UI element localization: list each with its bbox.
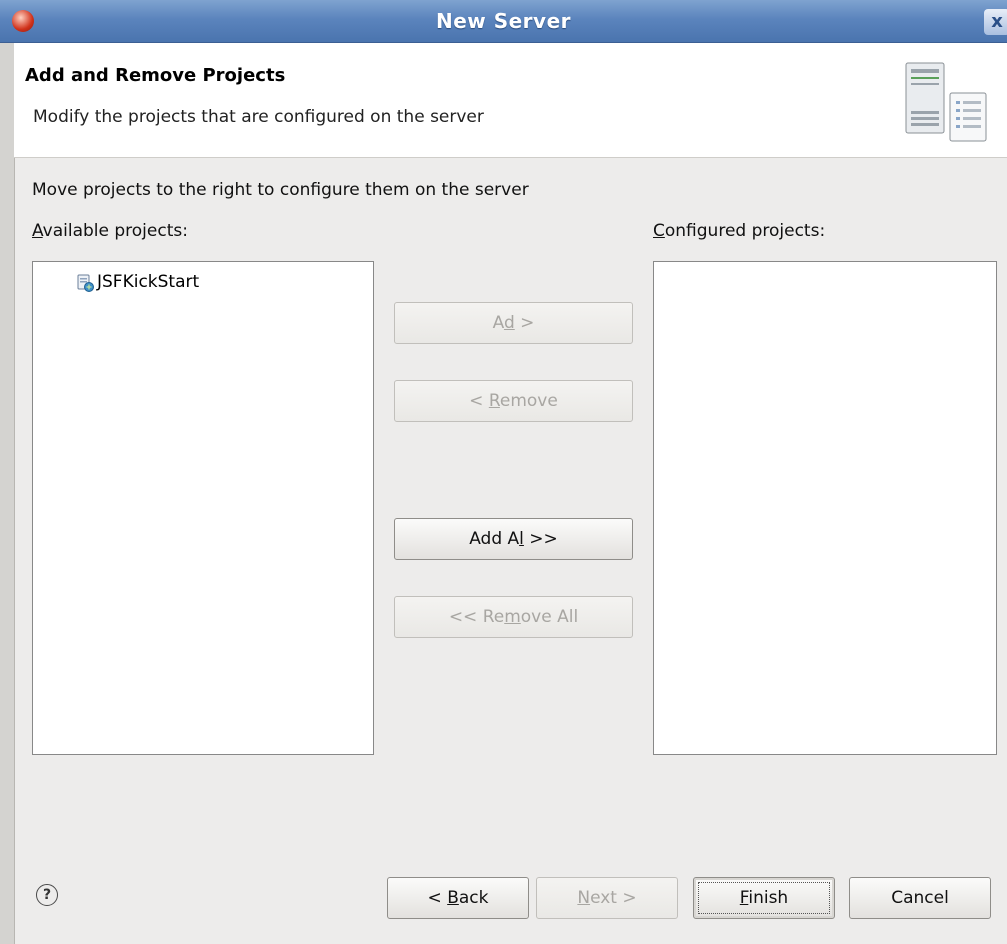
add-label-post: > xyxy=(514,313,535,333)
available-mnemonic: A xyxy=(32,221,43,241)
cancel-button[interactable]: Cancel xyxy=(849,877,991,919)
left-edge xyxy=(0,43,15,944)
back-label-pre: < xyxy=(427,888,448,908)
available-projects-label: Available projects: xyxy=(32,221,188,241)
add-mnemonic: d xyxy=(503,313,515,333)
configured-projects-list[interactable] xyxy=(653,261,997,755)
configured-projects-label: Configured projects: xyxy=(653,221,825,241)
available-label-text: vailable projects: xyxy=(42,221,188,241)
configured-mnemonic: C xyxy=(653,221,665,241)
page-title: Add and Remove Projects xyxy=(25,65,286,86)
back-button[interactable]: < Back xyxy=(387,877,529,919)
back-mnemonic: B xyxy=(447,888,459,908)
help-icon[interactable]: ? xyxy=(36,884,58,906)
next-button[interactable]: Next > xyxy=(536,877,678,919)
page-description: Modify the projects that are configured … xyxy=(33,107,484,127)
remove-all-button[interactable]: << Remove All xyxy=(394,596,633,638)
add-all-label-post: >> xyxy=(523,529,558,549)
remove-button[interactable]: < Remove xyxy=(394,380,633,422)
available-projects-list[interactable]: JSFKickStart xyxy=(32,261,374,755)
finish-button[interactable]: Finish xyxy=(693,877,835,919)
project-name: JSFKickStart xyxy=(97,272,200,292)
window-title: New Server xyxy=(435,9,572,33)
close-icon[interactable]: x xyxy=(984,9,1007,35)
instruction-text: Move projects to the right to configure … xyxy=(32,180,529,200)
remove-all-label-pre: << Re xyxy=(448,607,505,627)
web-project-icon xyxy=(77,274,94,292)
add-all-label-pre: Add A xyxy=(469,529,520,549)
remove-label-pre: < xyxy=(469,391,489,411)
remove-label-post: emove xyxy=(499,391,558,411)
focus-ring xyxy=(698,882,830,914)
title-bar[interactable]: New Server x xyxy=(0,0,1007,43)
next-mnemonic: N xyxy=(577,888,591,908)
remove-all-mnemonic: m xyxy=(504,607,521,627)
server-banner-icon xyxy=(905,62,987,142)
add-all-button[interactable]: Add Al >> xyxy=(394,518,633,560)
list-item[interactable]: JSFKickStart xyxy=(77,272,200,292)
remove-mnemonic: R xyxy=(488,391,500,411)
add-label-pre: A xyxy=(492,313,504,333)
back-label-post: ack xyxy=(458,888,489,908)
remove-all-label-post: ove All xyxy=(520,607,579,627)
add-button[interactable]: Ad > xyxy=(394,302,633,344)
wizard-header: Add and Remove Projects Modify the proje… xyxy=(14,43,1007,158)
configured-label-text: onfigured projects: xyxy=(664,221,826,241)
next-label-post: ext > xyxy=(590,888,637,908)
